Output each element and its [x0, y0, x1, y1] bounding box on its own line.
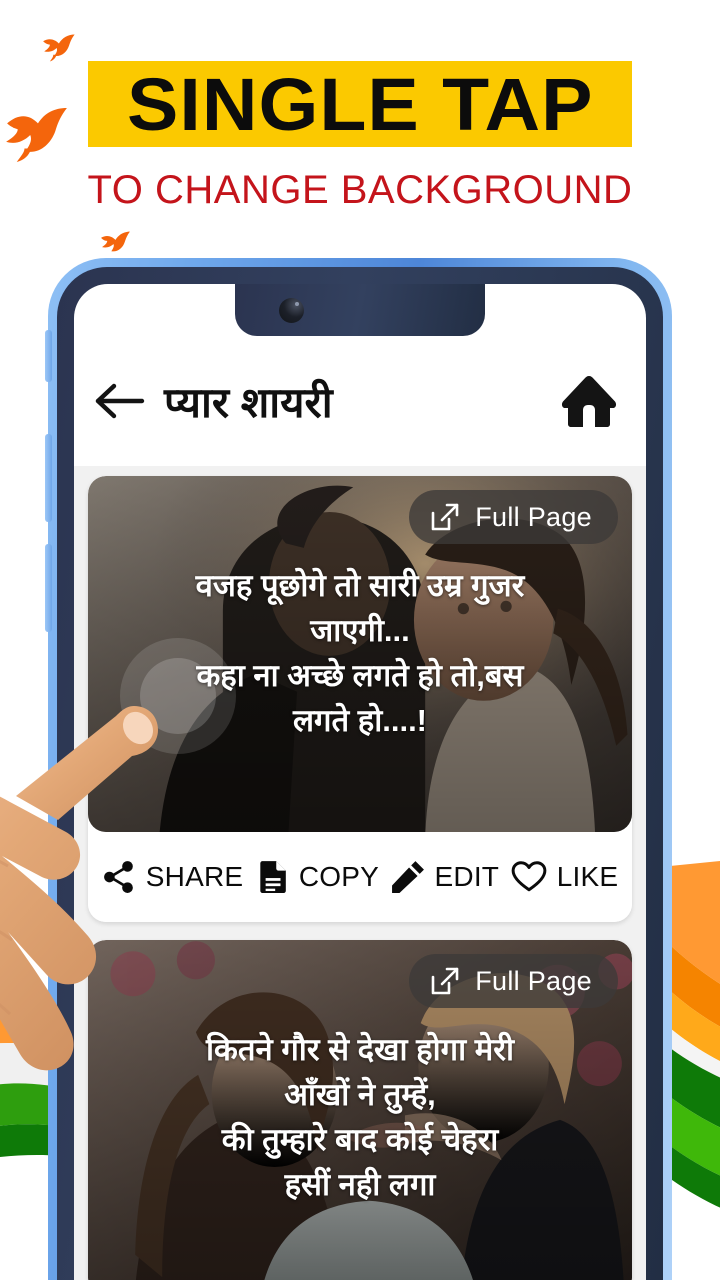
- open-in-full-icon: [431, 967, 459, 995]
- shayari-list[interactable]: Full Page वजह पूछोगे तो सारी उम्र गुजर ज…: [74, 466, 646, 1280]
- open-in-full-icon: [431, 503, 459, 531]
- copy-action[interactable]: COPY: [255, 860, 379, 894]
- bird-icon-3: [100, 230, 133, 258]
- copy-label: COPY: [298, 861, 379, 892]
- shayari-image-area[interactable]: Full Page कितने गौर से देखा होगा मेरी आँ…: [88, 940, 632, 1280]
- page-title: प्यार शायरी: [164, 378, 333, 426]
- phone-button-volume-up[interactable]: [45, 330, 52, 382]
- arrow-left-icon: [95, 383, 145, 419]
- promo-header: SINGLE TAP TO CHANGE BACKGROUND: [0, 0, 720, 252]
- promo-banner: SINGLE TAP: [88, 61, 632, 147]
- shayari-card[interactable]: Full Page कितने गौर से देखा होगा मेरी आँ…: [88, 940, 632, 1280]
- back-button[interactable]: [90, 371, 150, 431]
- promo-subtitle: TO CHANGE BACKGROUND: [87, 168, 633, 212]
- share-label: SHARE: [145, 861, 244, 892]
- shayari-card[interactable]: Full Page वजह पूछोगे तो सारी उम्र गुजर ज…: [88, 476, 632, 922]
- home-button[interactable]: [558, 370, 620, 432]
- copy-icon: [260, 861, 286, 893]
- app-bar: प्यार शायरी: [74, 336, 646, 466]
- shayari-image-area[interactable]: Full Page वजह पूछोगे तो सारी उम्र गुजर ज…: [88, 476, 632, 832]
- edit-action[interactable]: EDIT: [391, 860, 500, 894]
- shayari-text: वजह पूछोगे तो सारी उम्र गुजर जाएगी... कह…: [195, 568, 525, 738]
- home-icon: [561, 376, 617, 427]
- edit-icon: [391, 861, 424, 893]
- edit-label: EDIT: [434, 861, 500, 892]
- phone-button-power[interactable]: [45, 544, 52, 632]
- bird-icon-2: [6, 108, 68, 162]
- full-page-label: Full Page: [475, 501, 592, 532]
- like-action[interactable]: LIKE: [511, 860, 619, 894]
- full-page-button[interactable]: Full Page: [409, 490, 618, 544]
- like-label: LIKE: [556, 861, 619, 892]
- phone-mockup: प्यार शायरी Full Page वजह पूछोगे तो सारी…: [45, 258, 672, 1280]
- full-page-label: Full Page: [475, 965, 592, 996]
- share-action[interactable]: SHARE: [102, 860, 243, 894]
- shayari-text: कितने गौर से देखा होगा मेरी आँखों ने तुम…: [206, 1032, 514, 1202]
- card-action-bar: SHARE COPY EDIT LIKE: [88, 832, 632, 922]
- full-page-button[interactable]: Full Page: [409, 954, 618, 1008]
- front-camera-icon: [279, 298, 304, 323]
- phone-button-volume-down[interactable]: [45, 434, 52, 522]
- promo-banner-text: SINGLE TAP: [126, 62, 594, 146]
- phone-screen: प्यार शायरी Full Page वजह पूछोगे तो सारी…: [74, 284, 646, 1280]
- phone-notch: [235, 284, 485, 336]
- share-icon: [103, 861, 133, 893]
- heart-icon: [511, 861, 547, 892]
- bird-icon-1: [42, 33, 78, 63]
